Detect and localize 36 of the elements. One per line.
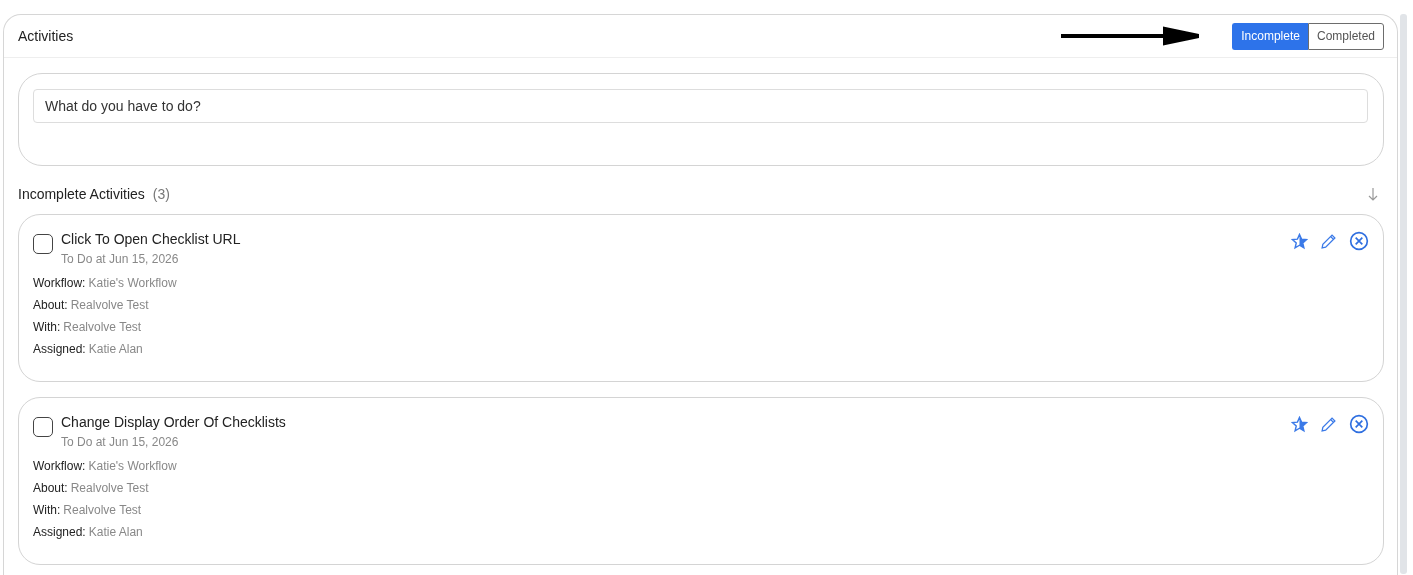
panel-title: Activities: [18, 28, 75, 44]
field-label: About:: [33, 481, 68, 495]
filter-tab[interactable]: Incomplete: [1232, 22, 1308, 50]
close-icon[interactable]: [1349, 414, 1369, 434]
field-label: With:: [33, 320, 61, 334]
due-date: To Do at Jun 15, 2026: [61, 435, 180, 449]
due-date: To Do at Jun 15, 2026: [61, 252, 180, 266]
pencil-icon[interactable]: [1320, 232, 1337, 250]
star-icon[interactable]: [1291, 415, 1308, 433]
section-title: Incomplete Activities: [18, 186, 145, 202]
field-value: Realvolve Test: [70, 298, 149, 312]
arrow-down-icon[interactable]: [1368, 187, 1378, 201]
field-value: Katie Alan: [88, 525, 143, 539]
filter-tab[interactable]: Completed: [1307, 22, 1384, 50]
pencil-icon[interactable]: [1320, 415, 1337, 433]
scrollbar[interactable]: [1400, 14, 1407, 574]
field-label: Workflow:: [33, 459, 86, 473]
field-value: Realvolve Test: [63, 503, 142, 517]
checkbox[interactable]: [33, 417, 53, 437]
field-label: With:: [33, 503, 61, 517]
field-value: Katie's Workflow: [88, 459, 177, 473]
section-count: (3): [152, 186, 171, 202]
close-icon[interactable]: [1349, 231, 1369, 251]
task-input-field[interactable]: What do you have to do?: [33, 89, 1368, 123]
field-value: Realvolve Test: [63, 320, 142, 334]
activity-title[interactable]: Change Display Order Of Checklists: [61, 414, 1291, 430]
field-value: Katie's Workflow: [88, 276, 177, 290]
checkbox[interactable]: [33, 234, 53, 254]
field-label: About:: [33, 298, 68, 312]
field-label: Workflow:: [33, 276, 86, 290]
star-icon[interactable]: [1291, 232, 1308, 250]
field-value: Katie Alan: [88, 342, 143, 356]
field-label: Assigned:: [33, 342, 86, 356]
field-value: Realvolve Test: [70, 481, 149, 495]
field-label: Assigned:: [33, 525, 86, 539]
activity-title[interactable]: Click To Open Checklist URL: [61, 231, 1291, 247]
